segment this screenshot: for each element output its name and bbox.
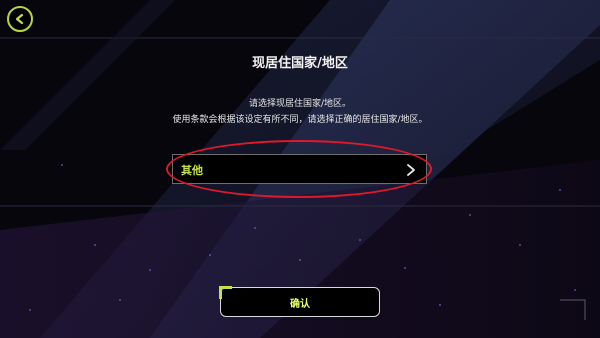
dialog-description: 请选择现居住国家/地区。 — [248, 99, 352, 109]
highlight-ring-annotation — [166, 140, 432, 198]
confirm-button[interactable]: 确认 — [219, 286, 380, 317]
dialog-description-note: 使用条款会根据该设定有所不同，请选择正确的居住国家/地区。 — [172, 115, 428, 125]
confirm-button-accent — [219, 286, 232, 299]
chevron-left-icon — [15, 13, 24, 25]
dialog-title: 现居住国家/地区 — [252, 56, 348, 71]
confirm-button-label: 确认 — [290, 298, 310, 310]
back-button[interactable] — [7, 6, 33, 32]
